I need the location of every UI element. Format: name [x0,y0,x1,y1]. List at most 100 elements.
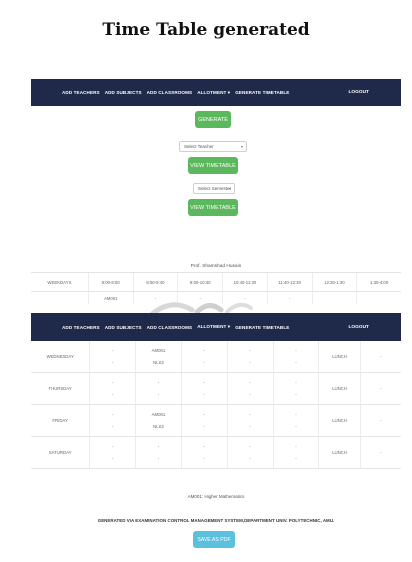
period-value: - [249,392,251,397]
period-value: - [249,456,251,461]
lunch-cell: LUNCH [318,341,359,372]
column-header: 10:40-11:30 [222,273,267,291]
generate-button[interactable]: GENERATE [195,111,231,128]
nav-generate-timetable[interactable]: GENERATE TIMETABLE [235,325,289,330]
table-cell [31,292,88,304]
generated-by-text: GENERATED VIA EXAMINATION CONTROL MANAGE… [97,518,335,523]
period-value: AM001 [151,348,166,353]
nav-add-classrooms[interactable]: ADD CLASSROOMS [147,325,193,330]
period-value: - [249,348,251,353]
period-value: - [203,424,206,429]
table-cell [311,292,357,304]
teacher-name: Prof. Shamshad Husain [190,264,242,269]
subject-legend: AM001: Higher Mathematics [187,494,245,499]
period-cell: -- [135,437,181,468]
timetable-header: WEEKDAYS 8:00-8:50 8:50-9:40 9:50-10:40 … [31,272,401,292]
table-row: WEDNESDAY -- AM001 NLS2 -- -- -- LUNCH - [31,341,401,373]
period-value: - [249,360,251,365]
nav-allotment[interactable]: ALLOTMENT ▾ [197,90,230,96]
period-value: - [111,456,114,461]
period-value: - [157,380,160,385]
period-cell: AM001 NLS2 [135,341,181,372]
save-as-pdf-button[interactable]: SAVE AS PDF [193,531,235,548]
period-value: - [249,380,251,385]
view-timetable-button-2[interactable]: VIEW TIMETABLE [188,199,238,216]
period-cell: -- [272,341,319,372]
table-cell: AM001 [87,292,133,304]
period-value: - [111,412,114,417]
period-cell: -- [226,437,273,468]
timetable-body: WEDNESDAY -- AM001 NLS2 -- -- -- LUNCH - … [31,341,401,469]
view-timetable-button[interactable]: VIEW TIMETABLE [188,157,238,174]
period-cell: -- [180,405,227,436]
period-value: - [111,444,114,449]
day-cell: THURSDAY [48,386,72,391]
teacher-select[interactable]: Select Teacher ▾ [179,141,247,152]
table-row: SATURDAY -- -- -- -- -- LUNCH - [31,437,401,469]
lunch-cell: LUNCH [318,437,359,468]
nav-add-subjects[interactable]: ADD SUBJECTS [105,90,142,95]
period-cell: -- [272,405,319,436]
column-header: 8:50-9:40 [132,273,178,291]
period-value: - [111,424,114,429]
nav-add-teachers[interactable]: ADD TEACHERS [62,325,100,330]
period-value: NLS2 [153,424,164,429]
period-value: - [157,444,160,449]
period-cell: AM001 NLS2 [135,405,181,436]
column-header: WEEKDAYS [47,279,72,285]
teacher-select-value: Select Teacher [184,144,214,149]
period-value: - [249,412,251,417]
period-value: - [203,380,206,385]
page-title: Time Table generated [102,20,310,40]
period-value: - [111,392,114,397]
period-cell: -- [89,437,135,468]
column-header: 9:50-10:40 [177,273,222,291]
period-cell: -- [272,437,319,468]
period-value: - [295,392,297,397]
period-cell: -- [226,405,273,436]
period-value: - [157,456,160,461]
period-cell: -- [226,373,273,404]
top-navbar: ADD TEACHERS ADD SUBJECTS ADD CLASSROOMS… [31,79,401,106]
table-row: FRIDAY -- AM001 NLS2 -- -- -- LUNCH - [31,405,401,437]
day-cell: FRIDAY [52,418,68,423]
period-value: AM001 [151,412,166,417]
period-value: - [295,444,297,449]
nav-generate-timetable[interactable]: GENERATE TIMETABLE [235,90,289,95]
nav-add-teachers[interactable]: ADD TEACHERS [62,90,100,95]
column-header: 12:30-1:30 [311,273,357,291]
period-value: - [203,348,206,353]
period-cell: -- [135,373,181,404]
period-value: - [111,360,114,365]
nav-add-classrooms[interactable]: ADD CLASSROOMS [147,90,193,95]
chevron-down-icon: ▾ [240,144,243,149]
period-cell: - [359,341,401,372]
period-value: - [295,456,297,461]
period-value: - [295,424,297,429]
column-header: 1:30-4:00 [356,273,401,291]
period-cell: -- [180,437,227,468]
nav-logout[interactable]: LOGOUT [348,325,369,330]
period-value: - [111,348,114,353]
period-value: NLS2 [153,360,164,365]
period-cell: -- [89,373,135,404]
lunch-cell: LUNCH [318,405,359,436]
nav-allotment[interactable]: ALLOTMENT ▾ [197,324,230,330]
table-row: THURSDAY -- -- -- -- -- LUNCH - [31,373,401,405]
period-value: - [295,360,297,365]
table-cell: - [266,292,312,304]
period-value: - [249,424,251,429]
period-cell: -- [180,341,227,372]
period-value: - [295,380,297,385]
nav-add-subjects[interactable]: ADD SUBJECTS [105,325,142,330]
nav-logout[interactable]: LOGOUT [348,90,369,95]
period-value: - [249,444,251,449]
period-cell: -- [272,373,319,404]
semester-select[interactable]: Select Semester ▾ [193,183,235,194]
period-cell: - [359,373,401,404]
day-cell: WEDNESDAY [46,354,74,359]
period-value: - [157,392,160,397]
column-header: 8:00-8:50 [87,273,133,291]
sticky-navbar: ADD TEACHERS ADD SUBJECTS ADD CLASSROOMS… [31,313,401,341]
period-value: - [203,412,206,417]
